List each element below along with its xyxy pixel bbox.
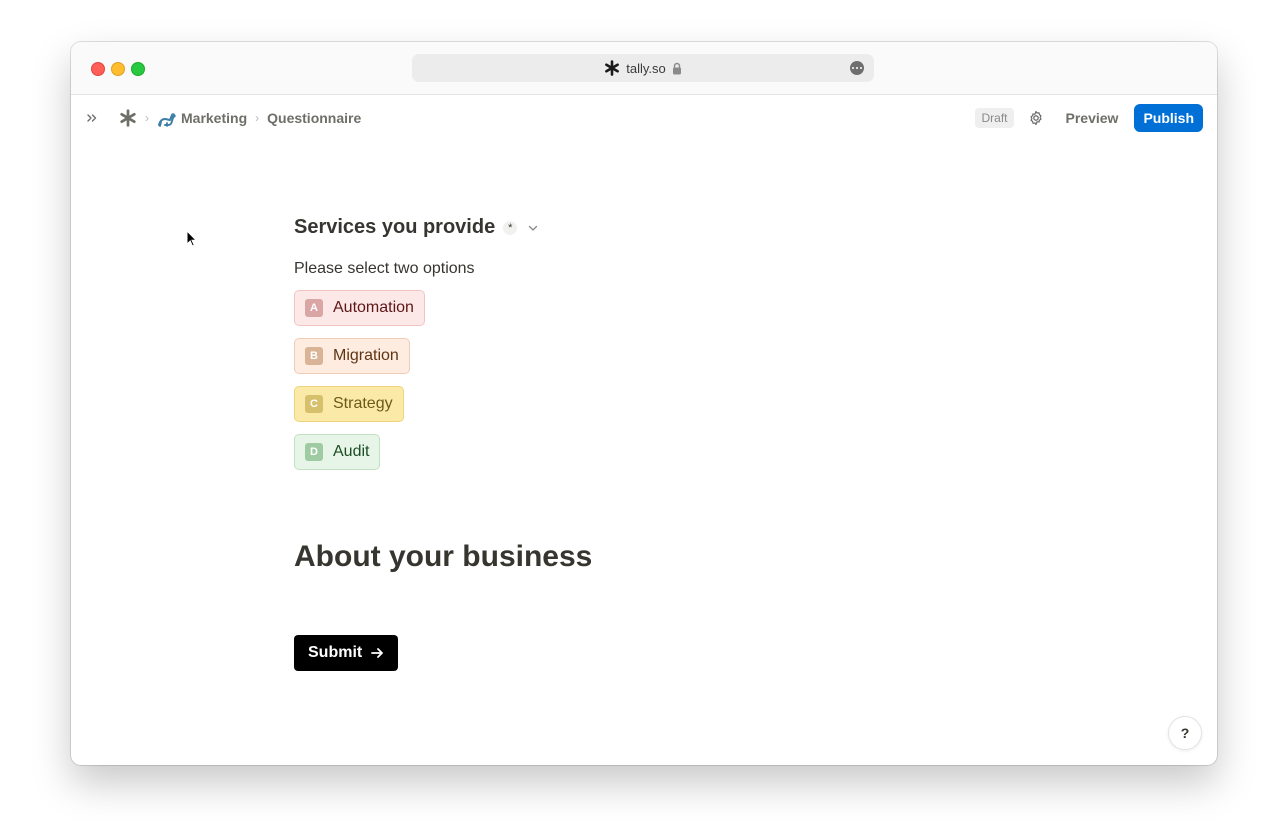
option-automation[interactable]: A Automation — [294, 290, 425, 326]
option-strategy[interactable]: C Strategy — [294, 386, 404, 422]
mouse-cursor-icon — [186, 229, 198, 253]
breadcrumb-questionnaire[interactable]: Questionnaire — [267, 110, 361, 126]
breadcrumb: › Marketing › Questionnaire — [85, 95, 361, 141]
publish-button[interactable]: Publish — [1134, 104, 1203, 132]
option-key: D — [305, 443, 323, 461]
url-text: tally.so — [626, 60, 666, 76]
more-options-icon[interactable] — [850, 61, 864, 75]
chevron-right-icon: › — [145, 111, 149, 125]
chevron-down-icon[interactable] — [527, 222, 539, 234]
question-title[interactable]: Services you provide — [294, 216, 495, 239]
submit-button[interactable]: Submit — [294, 635, 399, 671]
toolbar-actions: Draft Preview Publish — [975, 95, 1203, 141]
browser-window: tally.so › Marketing › Questionnaire Dra… — [71, 42, 1217, 765]
section-heading[interactable]: About your business — [294, 540, 592, 574]
breadcrumb-marketing[interactable]: Marketing — [181, 110, 247, 126]
address-bar[interactable]: tally.so — [412, 54, 874, 82]
question-header: Services you provide * — [294, 216, 539, 239]
settings-gear-icon[interactable] — [1028, 110, 1044, 126]
expand-sidebar-icon[interactable] — [85, 111, 99, 125]
preview-button[interactable]: Preview — [1066, 110, 1119, 126]
required-mark: * — [503, 220, 518, 235]
option-label: Audit — [333, 443, 370, 460]
arrow-right-icon — [362, 646, 384, 660]
app-toolbar: › Marketing › Questionnaire Draft Previe… — [71, 95, 1217, 141]
option-label: Strategy — [333, 395, 393, 412]
zoom-window-button[interactable] — [131, 62, 145, 76]
minimize-window-button[interactable] — [111, 62, 125, 76]
dinosaur-icon — [157, 109, 177, 127]
option-key: A — [305, 299, 323, 317]
option-label: Automation — [333, 299, 414, 316]
tally-favicon-icon — [604, 60, 620, 76]
option-key: B — [305, 347, 323, 365]
status-badge: Draft — [975, 108, 1014, 128]
question-description[interactable]: Please select two options — [294, 260, 475, 278]
lock-icon — [672, 62, 682, 75]
option-migration[interactable]: B Migration — [294, 338, 410, 374]
browser-titlebar: tally.so — [71, 42, 1217, 95]
chevron-right-icon: › — [255, 111, 260, 125]
submit-label: Submit — [308, 644, 363, 661]
option-label: Migration — [333, 347, 399, 364]
help-button[interactable]: ? — [1168, 716, 1202, 750]
option-audit[interactable]: D Audit — [294, 434, 381, 470]
option-key: C — [305, 395, 323, 413]
close-window-button[interactable] — [91, 62, 105, 76]
tally-home-icon[interactable] — [119, 109, 137, 127]
